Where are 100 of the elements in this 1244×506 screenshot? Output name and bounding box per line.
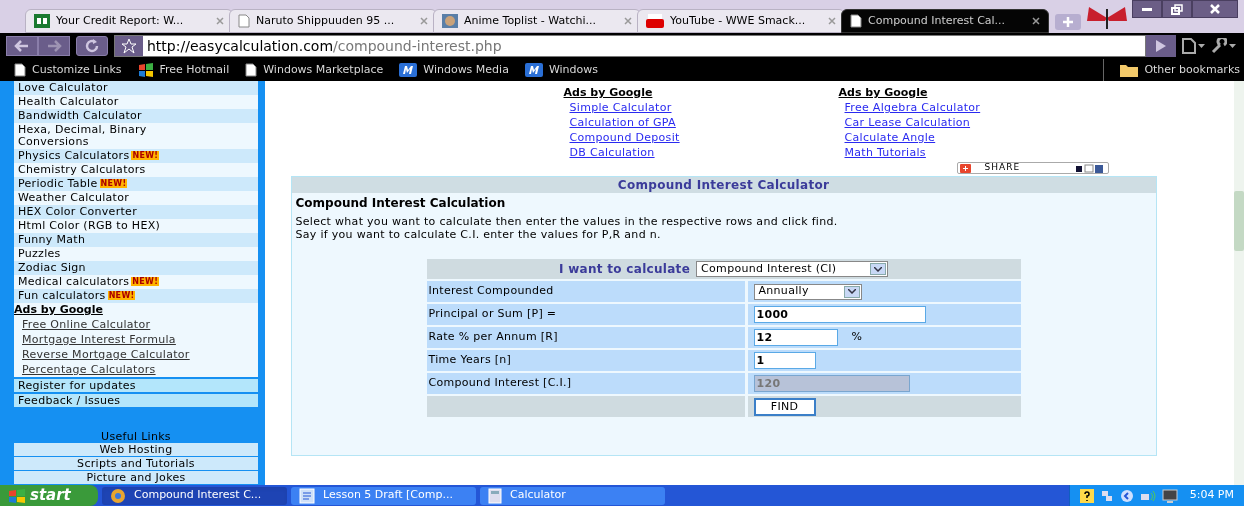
- browser-tab[interactable]: Your Credit Report: W...: [25, 9, 233, 33]
- ad-link[interactable]: Mortgage Interest Formula: [14, 332, 258, 347]
- plus-icon: [1063, 17, 1073, 27]
- page-icon: [245, 63, 258, 77]
- bookmark-link[interactable]: Windows Marketplace: [245, 61, 384, 79]
- close-icon: [420, 17, 428, 25]
- useful-link[interactable]: Picture and Jokes: [14, 471, 258, 484]
- ads-heading: Ads by Google: [14, 303, 104, 317]
- wireless-icon: [1139, 488, 1156, 503]
- forward-button[interactable]: [38, 36, 70, 56]
- dropdown[interactable]: Annually: [753, 283, 862, 300]
- sidebar-link[interactable]: Love Calculator: [14, 81, 258, 95]
- field-label: Principal or Sum [P] =: [426, 304, 745, 325]
- new-badge: NEW!: [107, 291, 136, 300]
- browser-tab[interactable]: Compound Interest Cal...: [841, 9, 1049, 33]
- browser-icon: [110, 487, 126, 504]
- other-bookmarks-button[interactable]: Other bookmarks: [1120, 61, 1240, 79]
- chevron-left-icon: [1119, 488, 1134, 503]
- browser-tab[interactable]: Naruto Shippuuden 95 ...: [229, 9, 437, 33]
- sidebar-link[interactable]: Bandwidth Calculator: [14, 109, 258, 123]
- monitor-icon: [1161, 488, 1178, 503]
- bookmark-link[interactable]: Free Hotmail: [137, 61, 230, 79]
- reload-icon: [84, 38, 100, 54]
- useful-link[interactable]: Scripts and Tutorials: [14, 457, 258, 470]
- logo-icon: [34, 14, 50, 28]
- bookmark-link[interactable]: Windows: [524, 61, 598, 79]
- page-icon: [850, 14, 862, 28]
- taskbar-button[interactable]: Lesson 5 Draft [Comp...: [291, 486, 476, 505]
- sidebar-link[interactable]: Fun calculators NEW!: [14, 289, 258, 303]
- close-button[interactable]: [1192, 0, 1238, 18]
- minimize-button[interactable]: [1132, 0, 1162, 18]
- ad-link[interactable]: Free Algebra Calculator: [838, 100, 1024, 115]
- ad-link[interactable]: Compound Deposit: [563, 130, 749, 145]
- sidebar-link[interactable]: Periodic Table NEW!: [14, 177, 258, 191]
- field-label: Compound Interest [C.I.]: [426, 373, 745, 394]
- close-icon: [1210, 4, 1220, 14]
- taskbar-button[interactable]: Calculator: [480, 486, 665, 505]
- sidebar-link[interactable]: Feedback / Issues: [14, 394, 258, 407]
- close-icon: [1032, 17, 1040, 25]
- bookmark-link[interactable]: Customize Links: [14, 61, 122, 79]
- calculator-title: Compound Interest Calculator: [291, 177, 1156, 193]
- address-bar[interactable]: http://easycalculation.com/compound-interest.php: [114, 35, 1146, 57]
- star-icon: [121, 38, 137, 54]
- restore-button[interactable]: [1162, 0, 1192, 18]
- ad-link[interactable]: Percentage Calculators: [14, 362, 258, 377]
- input-field[interactable]: 1: [753, 352, 816, 369]
- input-field[interactable]: 1000: [753, 306, 926, 323]
- folder-icon: [1120, 63, 1139, 77]
- play-icon: [1156, 40, 1166, 52]
- sidebar-link[interactable]: Funny Math: [14, 233, 258, 247]
- find-button[interactable]: FIND: [753, 397, 816, 416]
- ads-heading: Ads by Google: [563, 85, 654, 100]
- back-button[interactable]: [6, 36, 38, 56]
- sidebar-link[interactable]: Physics Calculators NEW!: [14, 149, 258, 163]
- bookmark-link[interactable]: Windows Media: [399, 61, 509, 79]
- field-label: Time Years [n]: [426, 350, 745, 371]
- ad-link[interactable]: Calculation of GPA: [563, 115, 749, 130]
- sidebar-link[interactable]: HEX Color Converter: [14, 205, 258, 219]
- page-icon: [14, 63, 26, 77]
- chevron-icon: [847, 289, 856, 294]
- dropdown[interactable]: Compound Interest (CI): [696, 261, 889, 277]
- share-button[interactable]: SHARE: [956, 162, 1109, 174]
- wrench-icon: [1211, 38, 1227, 54]
- start-button[interactable]: start: [0, 485, 98, 506]
- ad-link[interactable]: Calculate Angle: [838, 130, 1024, 145]
- close-icon: [624, 17, 632, 25]
- reload-button[interactable]: [76, 36, 108, 56]
- ad-link[interactable]: Car Lease Calculation: [838, 115, 1024, 130]
- network-icon: [1099, 488, 1114, 503]
- close-icon: [216, 17, 224, 25]
- useful-link[interactable]: Web Hosting: [14, 443, 258, 456]
- sidebar-link[interactable]: Register for updates: [14, 379, 258, 392]
- taskbar-button[interactable]: Compound Interest C...: [102, 486, 287, 505]
- restore-icon: [1171, 3, 1183, 15]
- scrollbar[interactable]: [1234, 81, 1244, 485]
- browser-tab[interactable]: Anime Toplist - Watchi...: [433, 9, 641, 33]
- plus-icon: [959, 163, 971, 173]
- page-icon: [238, 14, 250, 28]
- ad-link[interactable]: Math Tutorials: [838, 145, 1024, 160]
- minimize-icon: [1142, 7, 1152, 11]
- tools-menu-button[interactable]: [1211, 38, 1236, 54]
- new-badge: NEW!: [131, 277, 160, 286]
- calculator-icon: [488, 487, 502, 504]
- ad-link[interactable]: Reverse Mortgage Calculator: [14, 347, 258, 362]
- new-badge: NEW!: [131, 151, 160, 160]
- page-menu-button[interactable]: [1182, 38, 1205, 54]
- browser-tab[interactable]: YouTube - WWE Smack...: [637, 9, 845, 33]
- useful-links-heading: Useful Links: [100, 430, 172, 443]
- media-icon: [524, 63, 543, 77]
- ad-link[interactable]: Free Online Calculator: [14, 317, 258, 332]
- ad-link[interactable]: DB Calculation: [563, 145, 749, 160]
- go-button[interactable]: [1146, 35, 1176, 57]
- butterfly-drawing: [1085, 5, 1129, 31]
- sidebar-link[interactable]: Zodiac Sign: [14, 261, 258, 275]
- input-field[interactable]: 12: [753, 329, 838, 346]
- back-icon: [14, 38, 30, 54]
- new-tab-button[interactable]: [1055, 14, 1081, 30]
- caret-icon: [1198, 44, 1205, 48]
- video-icon: [646, 14, 664, 28]
- ad-link[interactable]: Simple Calculator: [563, 100, 749, 115]
